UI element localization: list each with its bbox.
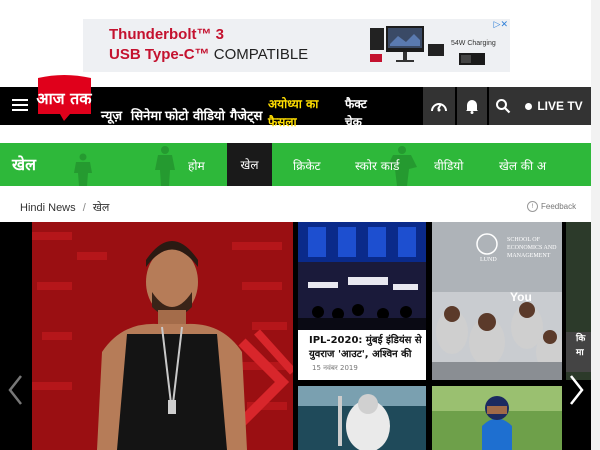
card-lund-sign-1: SCHOOL OF xyxy=(507,237,540,243)
tab-home[interactable]: होम xyxy=(188,157,205,174)
breadcrumb-home-link[interactable]: Hindi News xyxy=(20,202,76,214)
card-lund-overlay: You xyxy=(510,290,532,304)
card-ipl-date: 15 नवंबर 2019 xyxy=(312,364,358,372)
nav-item-ayodhya[interactable]: अयोध्या का फैसला xyxy=(268,95,318,131)
notifications-button[interactable] xyxy=(457,87,487,125)
photo-gallery: IPL-2020: मुंबई इंडियंस से युवराज 'आउट',… xyxy=(0,222,591,450)
ad-choices-icon[interactable]: ▷✕ xyxy=(494,20,508,30)
card-edge-caption-2: मा xyxy=(576,348,584,358)
gallery-card-lund[interactable]: SCHOOL OF ECONOMICS AND MANAGEMENT LUND … xyxy=(432,222,562,380)
nav-factcheck-line1: फैक्ट xyxy=(345,97,367,111)
breadcrumb-separator: / xyxy=(82,202,86,214)
ad-charge-label: 54W Charging xyxy=(451,40,496,47)
gallery-card-cricket-1[interactable] xyxy=(298,386,426,450)
tab-sports[interactable]: खेल xyxy=(227,143,272,186)
card-ipl-title: IPL-2020: मुंबई इंडियंस से युवराज 'आउट',… xyxy=(309,335,422,360)
nav-ayodhya-line1: अयोध्या का xyxy=(268,97,319,111)
page-scrollbar[interactable] xyxy=(591,0,600,450)
feedback-button[interactable]: ! Feedback xyxy=(527,201,576,212)
search-icon xyxy=(496,99,511,114)
live-tv-label: LIVE TV xyxy=(537,99,583,113)
feedback-label: Feedback xyxy=(541,202,577,211)
gallery-next-arrow-icon[interactable] xyxy=(566,374,586,406)
nav-item-factcheck[interactable]: फैक्ट चेक xyxy=(345,95,367,131)
player-silhouette-decoration xyxy=(155,146,175,186)
aajtak-logo[interactable]: आज तक xyxy=(34,74,95,121)
tab-scorecard[interactable]: स्कोर कार्ड xyxy=(355,157,399,174)
hero-photo xyxy=(32,222,293,450)
card-edge-caption-1: कि xyxy=(576,334,586,344)
logo-text: आज तक xyxy=(36,89,92,108)
ad-product-device xyxy=(459,53,485,65)
tab-video[interactable]: वीडियो xyxy=(434,157,463,174)
nav-ayodhya-line2: फैसला xyxy=(268,115,297,129)
card-lund-sign-3: MANAGEMENT xyxy=(507,253,551,259)
gallery-card-edge[interactable]: कि मा xyxy=(566,222,591,380)
breadcrumb-current: खेल xyxy=(92,202,110,214)
breadcrumb: Hindi News / खेल xyxy=(20,200,109,215)
card-ipl-caption: IPL-2020: मुंबई इंडियंस से युवराज 'आउट',… xyxy=(298,330,426,380)
tab-cricket[interactable]: क्रिकेट xyxy=(293,157,321,174)
live-dot-icon xyxy=(525,102,533,110)
tab-more[interactable]: खेल की अ xyxy=(499,157,546,174)
hero-image[interactable] xyxy=(32,222,293,450)
section-bar: खेल होम खेल क्रिकेट स्कोर कार्ड वीडियो ख… xyxy=(0,143,591,186)
ad-banner[interactable]: Thunderbolt™ 3 USB Type-C™ COMPATIBLE 54… xyxy=(83,19,510,72)
hamburger-menu-icon[interactable] xyxy=(12,97,28,113)
gallery-card-cricket-2[interactable] xyxy=(432,386,562,450)
card-lund-logo-text: LUND xyxy=(480,257,497,263)
player-silhouette-decoration-3 xyxy=(74,153,92,186)
nav-item-photo[interactable]: फोटो xyxy=(165,106,188,124)
nav-item-cinema[interactable]: सिनेमा xyxy=(131,106,162,124)
podcast-icon xyxy=(431,103,447,112)
card-cricket-2-photo xyxy=(432,386,562,450)
section-title: खेल xyxy=(12,155,36,174)
nav-item-news[interactable]: न्यूज़ xyxy=(101,106,122,124)
ad-product-image xyxy=(370,26,444,62)
nav-item-video[interactable]: वीडियो xyxy=(193,106,225,124)
nav-item-gadgets[interactable]: गैजेट्स xyxy=(230,106,262,124)
card-ipl-photo xyxy=(298,222,426,332)
ad-headline: Thunderbolt™ 3 xyxy=(109,26,224,43)
card-cricket-1-photo xyxy=(298,386,426,450)
gallery-card-ipl[interactable]: IPL-2020: मुंबई इंडियंस से युवराज 'आउट',… xyxy=(298,222,426,380)
search-button[interactable] xyxy=(489,87,517,125)
card-lund-sign-2: ECONOMICS AND xyxy=(507,245,557,251)
info-icon: ! xyxy=(527,201,538,212)
live-tv-button[interactable]: LIVE TV xyxy=(517,87,591,125)
card-edge-caption: कि मा xyxy=(566,332,591,372)
ad-subheadline: USB Type-C™ COMPATIBLE xyxy=(109,46,309,63)
podcast-button[interactable] xyxy=(423,87,455,125)
nav-factcheck-line2: चेक xyxy=(345,115,362,129)
gallery-prev-arrow-icon[interactable] xyxy=(6,374,26,406)
card-lund-sign: SCHOOL OF ECONOMICS AND MANAGEMENT xyxy=(507,236,557,260)
bell-icon xyxy=(466,100,478,114)
